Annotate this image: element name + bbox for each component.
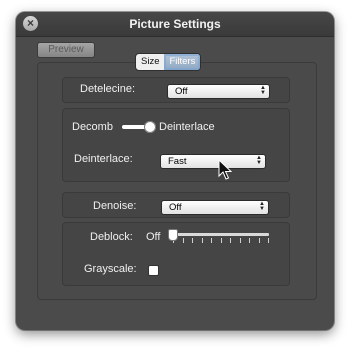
denoise-label: Denoise: xyxy=(93,200,137,212)
decomb-label: Decomb xyxy=(72,121,113,133)
deblock-slider-tick xyxy=(201,238,203,243)
grayscale-label: Grayscale: xyxy=(84,263,137,275)
mouse-pointer-icon xyxy=(218,159,232,180)
denoise-value: Off xyxy=(169,202,182,213)
deinterlace-value: Fast xyxy=(168,156,187,167)
deblock-slider-tick xyxy=(258,238,260,243)
deblock-slider-tick xyxy=(220,238,222,243)
tab-switcher: Size Filters xyxy=(135,53,202,71)
deinterlace-label: Deinterlace: xyxy=(74,153,133,165)
deblock-slider-tick xyxy=(239,238,241,243)
tab-filters[interactable]: Filters xyxy=(164,54,201,70)
up-down-arrows-icon: ▲ ▼ xyxy=(256,155,262,166)
deblock-slider-tick xyxy=(268,238,269,243)
grayscale-checkbox[interactable] xyxy=(148,265,159,276)
tab-size[interactable]: Size xyxy=(136,54,164,70)
deblock-slider-thumb[interactable] xyxy=(168,229,178,241)
deinterlace-box xyxy=(62,108,290,182)
deblock-slider-tick xyxy=(230,238,231,243)
deblock-slider-track[interactable] xyxy=(173,233,269,236)
deblock-value: Off xyxy=(146,231,161,243)
window-title: Picture Settings xyxy=(129,17,221,31)
detelecine-value: Off xyxy=(175,86,188,97)
title-bar: × Picture Settings xyxy=(16,12,334,37)
preview-button[interactable]: Preview xyxy=(37,42,95,58)
up-down-arrows-icon: ▲ ▼ xyxy=(259,201,265,212)
detelecine-label: Detelecine: xyxy=(80,83,136,95)
deinterlace-option-label: Deinterlace xyxy=(159,121,215,133)
deblock-slider-tick xyxy=(211,238,212,243)
deblock-slider-tick xyxy=(182,238,184,243)
deblock-slider-tick xyxy=(192,238,193,243)
deblock-slider-ticks xyxy=(173,238,269,244)
deinterlace-popup[interactable]: Fast ▲ ▼ xyxy=(160,154,266,169)
deblock-slider-tick xyxy=(249,238,250,243)
up-down-arrows-icon: ▲ ▼ xyxy=(260,85,266,96)
detelecine-popup[interactable]: Off ▲ ▼ xyxy=(167,84,270,99)
decomb-deinterlace-switch-knob[interactable] xyxy=(144,121,156,133)
deblock-label: Deblock: xyxy=(90,231,133,243)
denoise-popup[interactable]: Off ▲ ▼ xyxy=(161,200,269,215)
